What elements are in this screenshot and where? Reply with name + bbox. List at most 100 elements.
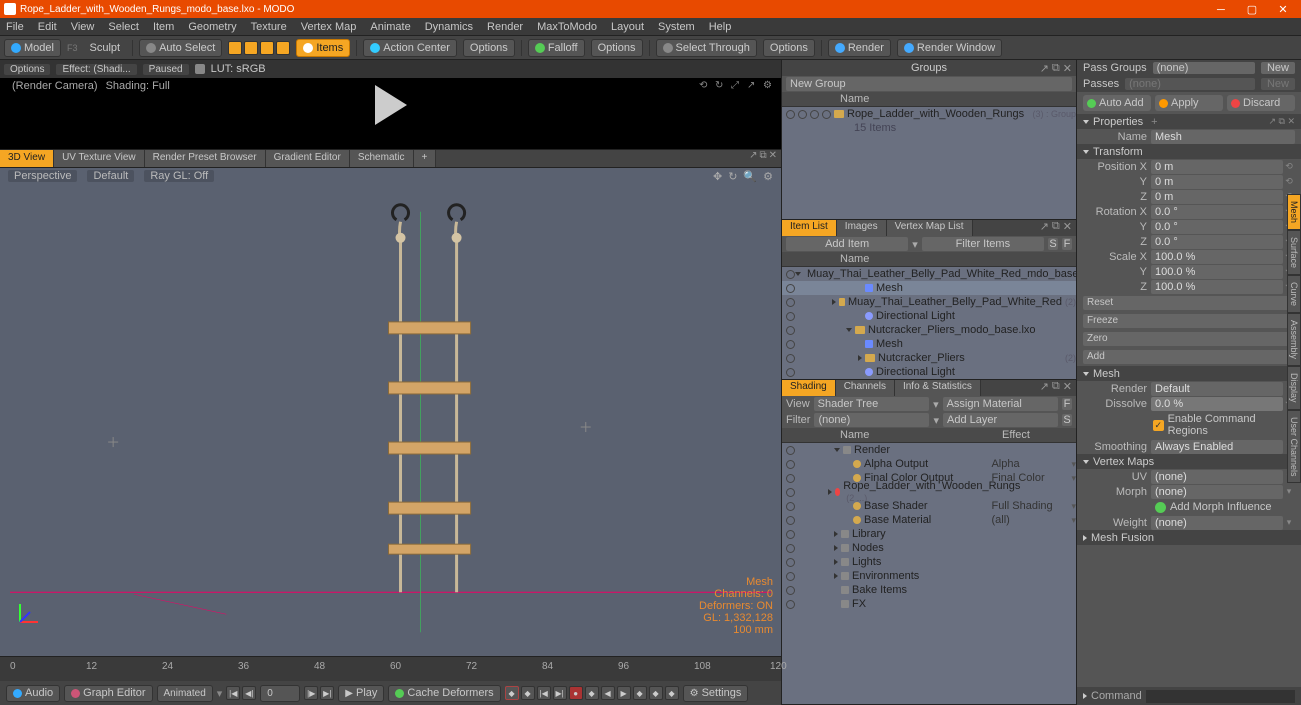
minimize-button[interactable]: ─ [1207,4,1235,16]
itemtab-1[interactable]: Images [837,220,887,236]
freeze-dropdown[interactable]: Freeze [1083,314,1295,328]
newgroup-button[interactable]: New Group [786,77,1072,91]
shading-s[interactable]: S [1062,414,1072,426]
item-row[interactable]: Nutcracker_Pliers_modo_base.lxo [782,323,1076,337]
sidetab-mesh[interactable]: Mesh [1287,194,1301,230]
viewtab-0[interactable]: 3D View [0,150,54,167]
maximize-icon[interactable]: ↗ [749,150,757,167]
itemtab-0[interactable]: Item List [782,220,837,236]
shading-row[interactable]: Bake Items [782,583,1076,597]
model-button[interactable]: Model [4,39,61,57]
sclz-field[interactable]: 100.0 % [1151,280,1283,294]
menu-maxtomodo[interactable]: MaxToModo [537,21,597,33]
passgroups-dropdown[interactable]: (none) [1153,62,1255,74]
morph-dropdown[interactable]: (none) [1151,485,1283,499]
key-controls[interactable]: ◆◆|◀▶| ●◆◀▶ ◆◆◆ [505,686,679,700]
close-button[interactable]: ✕ [1269,3,1297,16]
transport-controls-2[interactable]: |▶▶| [304,686,334,700]
shading-row[interactable]: Render [782,443,1076,457]
falloff-button[interactable]: Falloff [528,39,585,57]
shadingtab-0[interactable]: Shading [782,380,836,396]
filteritems-field[interactable]: Filter Items [922,237,1044,251]
sculpt-button[interactable]: Sculpt [83,39,126,57]
menu-system[interactable]: System [658,21,695,33]
mode-icons[interactable] [228,41,290,55]
menu-texture[interactable]: Texture [251,21,287,33]
posy-field[interactable]: 0 m [1151,175,1283,189]
assignmaterial-button[interactable]: Assign Material [943,397,1058,411]
preview-rendercam[interactable]: (Render Camera) [12,80,98,92]
preview-ctrl-icon[interactable]: ⟲ [699,80,711,92]
shading-row[interactable]: Nodes [782,541,1076,555]
audio-button[interactable]: Audio [6,685,60,702]
selthrough-button[interactable]: Select Through [656,39,757,57]
autoselect-button[interactable]: Auto Select [139,39,222,57]
render-button[interactable]: Render [828,39,891,57]
item-row[interactable]: Mesh [782,337,1076,351]
item-row[interactable]: Muay_Thai_Leather_Belly_Pad_White_Red(2) [782,295,1076,309]
menu-animate[interactable]: Animate [370,21,410,33]
play-icon[interactable] [375,85,407,125]
addlayer-button[interactable]: Add Layer [943,413,1058,427]
shading-row[interactable]: Library [782,527,1076,541]
cache-button[interactable]: Cache Deformers [388,685,500,702]
item-row[interactable]: Directional Light [782,309,1076,323]
sidetab-userchannels[interactable]: User Channels [1287,410,1301,484]
shadingtab-1[interactable]: Channels [836,380,895,396]
discard-button[interactable]: Discard [1227,95,1295,111]
shading-row[interactable]: Rope_Ladder_with_Wooden_Rungs (2 ...) [782,485,1076,499]
grapheditor-button[interactable]: Graph Editor [64,685,152,702]
new-passgroup-button[interactable]: New [1261,62,1295,74]
renderwindow-button[interactable]: Render Window [897,39,1002,57]
posx-field[interactable]: 0 m [1151,160,1283,174]
meshfusion-header[interactable]: Mesh Fusion [1077,530,1301,545]
options1-button[interactable]: Options [463,39,515,57]
roty-field[interactable]: 0.0 ° [1151,220,1283,234]
menu-select[interactable]: Select [108,21,139,33]
preview-shading[interactable]: Shading: Full [106,80,170,92]
flyout-icon[interactable]: ⧉ [1052,62,1060,75]
menu-layout[interactable]: Layout [611,21,644,33]
sidetab-surface[interactable]: Surface [1287,230,1301,275]
filter-f[interactable]: F [1062,238,1072,250]
weight-dropdown[interactable]: (none) [1151,516,1283,530]
shading-filter-dropdown[interactable]: (none) [814,413,929,427]
item-row[interactable]: Mesh [782,281,1076,295]
uv-dropdown[interactable]: (none) [1151,470,1283,484]
item-row[interactable]: Muay_Thai_Leather_Belly_Pad_White_Red_md… [782,267,1076,281]
viewtab-3[interactable]: Gradient Editor [266,150,350,167]
preview-effect[interactable]: Effect: (Shadi... [56,64,136,75]
reset-dropdown[interactable]: Reset [1083,296,1295,310]
preview-options[interactable]: Options [4,64,50,75]
vertexmaps-header[interactable]: Vertex Maps [1077,454,1301,469]
additem-button[interactable]: Add Item [786,237,908,251]
passes-dropdown[interactable]: (none) [1125,78,1255,90]
name-field[interactable]: Mesh [1151,130,1295,144]
play-button[interactable]: ▶ Play [338,685,384,702]
menu-geometry[interactable]: Geometry [188,21,236,33]
menu-edit[interactable]: Edit [38,21,57,33]
viewtab-2[interactable]: Render Preset Browser [145,150,266,167]
animated-dropdown[interactable]: Animated [157,685,213,702]
sidetab-assembly[interactable]: Assembly [1287,313,1301,366]
shading-row[interactable]: Environments [782,569,1076,583]
close-icon[interactable]: ✕ [1063,62,1072,75]
dissolve-field[interactable]: 0.0 % [1151,397,1283,411]
menu-help[interactable]: Help [709,21,732,33]
shading-row[interactable]: Alpha OutputAlpha▾ [782,457,1076,471]
menu-vertexmap[interactable]: Vertex Map [301,21,357,33]
menu-item[interactable]: Item [153,21,174,33]
timeline-ruler[interactable]: 01224364860728496108120 [0,657,781,681]
sclx-field[interactable]: 100.0 % [1151,250,1283,264]
filter-s[interactable]: S [1048,238,1058,250]
menu-view[interactable]: View [71,21,95,33]
addmorph-button[interactable]: Add Morph Influence [1170,501,1272,513]
maximize-button[interactable]: ▢ [1238,3,1266,16]
viewtab-4[interactable]: Schematic [350,150,414,167]
posz-field[interactable]: 0 m [1151,190,1283,204]
preview-ctrl-icon[interactable]: ↻ [715,80,727,92]
mesh-header[interactable]: Mesh [1077,366,1301,381]
shading-f[interactable]: F [1062,398,1072,410]
shadingtab-2[interactable]: Info & Statistics [895,380,981,396]
rotz-field[interactable]: 0.0 ° [1151,235,1283,249]
